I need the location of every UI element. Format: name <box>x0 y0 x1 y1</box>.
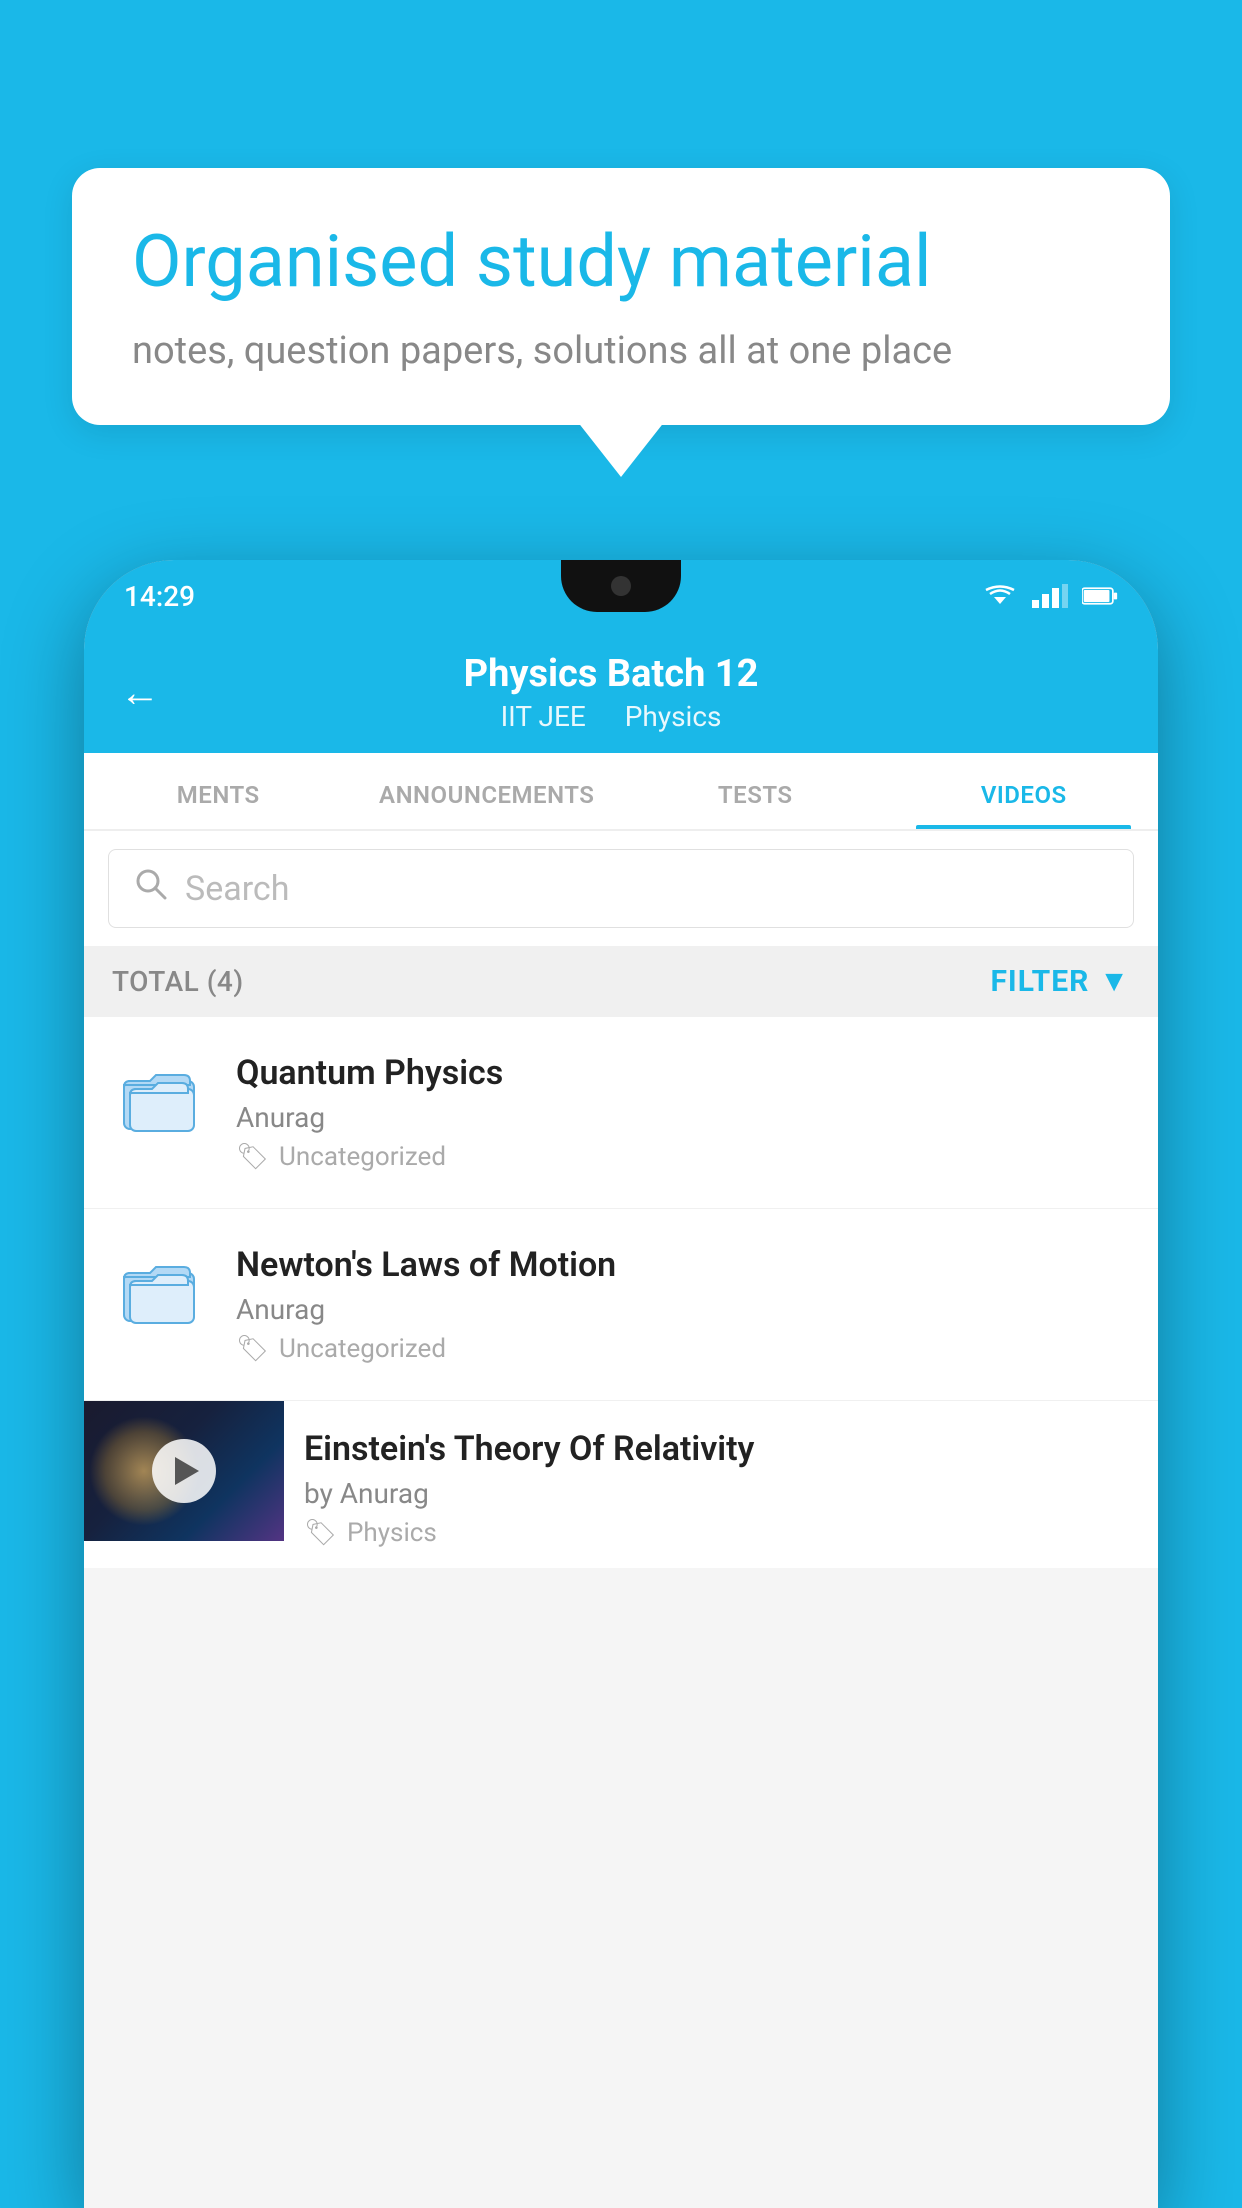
tag-label: Physics <box>347 1518 437 1548</box>
tab-videos[interactable]: VIDEOS <box>890 753 1159 829</box>
video-item-info: Quantum Physics Anurag 🏷 Uncategorized <box>236 1053 1130 1172</box>
header-tag2: Physics <box>625 700 722 733</box>
header-subtags: IIT JEE Physics <box>184 700 1038 733</box>
camera-dot <box>611 576 631 596</box>
video-author: by Anurag <box>304 1477 1138 1510</box>
filter-label: FILTER <box>990 964 1089 999</box>
search-icon <box>133 866 169 911</box>
wifi-icon <box>982 584 1018 608</box>
filter-funnel-icon: ▼ <box>1099 964 1130 999</box>
video-tag: 🏷 Physics <box>304 1518 1138 1548</box>
phone-inner: 14:29 <box>84 560 1158 2208</box>
video-title: Quantum Physics <box>236 1053 1130 1093</box>
video-author: Anurag <box>236 1293 1130 1326</box>
tag-label: Uncategorized <box>279 1142 446 1172</box>
video-item-info: Newton's Laws of Motion Anurag 🏷 Uncateg… <box>236 1245 1130 1364</box>
list-item[interactable]: Newton's Laws of Motion Anurag 🏷 Uncateg… <box>84 1209 1158 1401</box>
video-author: Anurag <box>236 1101 1130 1134</box>
header-info: Physics Batch 12 IIT JEE Physics <box>184 652 1038 733</box>
app-header: ← Physics Batch 12 IIT JEE Physics <box>84 632 1158 753</box>
speech-bubble: Organised study material notes, question… <box>72 168 1170 425</box>
tab-tests[interactable]: TESTS <box>621 753 890 829</box>
bubble-title: Organised study material <box>132 220 1110 305</box>
video-item-info: Einstein's Theory Of Relativity by Anura… <box>284 1401 1158 1568</box>
search-placeholder: Search <box>185 869 1109 909</box>
content-area: Search TOTAL (4) FILTER ▼ <box>84 831 1158 2208</box>
search-bar-wrap: Search <box>84 831 1158 946</box>
total-count: TOTAL (4) <box>112 965 244 998</box>
list-item[interactable]: Einstein's Theory Of Relativity by Anura… <box>84 1401 1158 1568</box>
tabs-bar: MENTS ANNOUNCEMENTS TESTS VIDEOS <box>84 753 1158 831</box>
tab-announcements[interactable]: ANNOUNCEMENTS <box>353 753 622 829</box>
play-icon <box>175 1457 199 1485</box>
tag-label: Uncategorized <box>279 1334 446 1364</box>
header-tag1: IIT JEE <box>501 700 586 733</box>
tag-icon: 🏷 <box>236 1334 269 1364</box>
search-bar[interactable]: Search <box>108 849 1134 928</box>
tag-icon: 🏷 <box>304 1518 337 1548</box>
folder-icon <box>122 1250 202 1330</box>
video-tag: 🏷 Uncategorized <box>236 1334 1130 1364</box>
signal-icon <box>1032 584 1068 608</box>
header-title: Physics Batch 12 <box>184 652 1038 696</box>
video-title: Einstein's Theory Of Relativity <box>304 1429 1138 1469</box>
list-item[interactable]: Quantum Physics Anurag 🏷 Uncategorized <box>84 1017 1158 1209</box>
back-button[interactable]: ← <box>120 673 160 713</box>
filter-button[interactable]: FILTER ▼ <box>990 964 1130 999</box>
battery-icon <box>1082 584 1118 608</box>
play-button[interactable] <box>152 1439 216 1503</box>
filter-row: TOTAL (4) FILTER ▼ <box>84 946 1158 1017</box>
folder-icon <box>122 1058 202 1138</box>
bubble-subtitle: notes, question papers, solutions all at… <box>132 329 1110 373</box>
notch <box>561 560 681 612</box>
status-icons <box>982 584 1118 608</box>
folder-icon-wrap <box>112 1245 212 1335</box>
video-title: Newton's Laws of Motion <box>236 1245 1130 1285</box>
tag-icon: 🏷 <box>236 1142 269 1172</box>
status-bar: 14:29 <box>84 560 1158 632</box>
status-time: 14:29 <box>124 580 195 613</box>
video-tag: 🏷 Uncategorized <box>236 1142 1130 1172</box>
einstein-thumbnail <box>84 1401 284 1541</box>
video-list: Quantum Physics Anurag 🏷 Uncategorized <box>84 1017 1158 1568</box>
tab-ments[interactable]: MENTS <box>84 753 353 829</box>
folder-icon-wrap <box>112 1053 212 1143</box>
phone-frame: 14:29 <box>84 560 1158 2208</box>
